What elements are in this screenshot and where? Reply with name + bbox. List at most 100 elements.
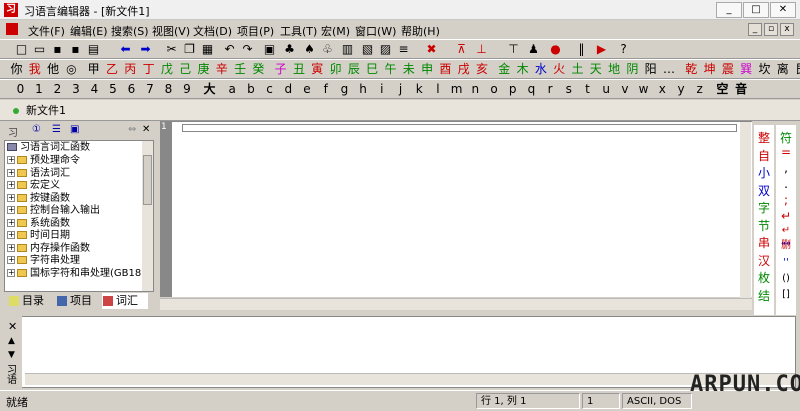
char-key[interactable]: 申 [419,61,436,78]
pause-icon[interactable]: ‖ [574,42,589,57]
char-key[interactable]: 巳 [364,61,381,78]
menu-document[interactable]: 文档(D) [193,23,232,39]
menu-view[interactable]: 视图(V) [152,23,190,39]
char-key[interactable]: 卯 [327,61,344,78]
redo-icon[interactable]: ↷ [240,42,255,57]
list-view-icon[interactable]: ☰ [52,124,61,135]
char-key[interactable]: 木 [514,61,531,78]
tree-scrollbar[interactable] [142,141,153,291]
char-key[interactable]: 金 [496,61,513,78]
char-key[interactable]: 丙 [122,61,139,78]
char-key[interactable]: 午 [382,61,399,78]
char-key[interactable]: 甲 [85,61,102,78]
tree-item[interactable]: + 字符串处理 [7,255,80,267]
find-icon[interactable]: ▣ [262,42,277,57]
outline-icon[interactable]: ▨ [378,42,393,57]
tree-item[interactable]: + 按键函数 [7,193,70,205]
close-button[interactable]: ✕ [770,2,796,18]
expand-icon[interactable]: + [7,193,15,202]
char-key[interactable]: 坤 [701,61,718,78]
mdi-restore-button[interactable]: ▫ [764,23,778,36]
tree-item[interactable]: + 内存操作函数 [7,243,90,255]
char-key[interactable]: d [280,81,297,98]
pin-icon[interactable]: ⇔ [128,124,136,135]
mdi-minimize-button[interactable]: _ [748,23,762,36]
doc-icon[interactable] [6,23,18,35]
char-key[interactable]: 你 [8,61,25,78]
char-key[interactable]: g [336,81,353,98]
char-key[interactable]: 我 [26,61,43,78]
code-editor[interactable] [172,121,752,298]
detail-view-icon[interactable]: ▣ [70,124,79,135]
char-key[interactable]: 5 [105,81,122,98]
tab-new-file-1[interactable]: 新文件1 [8,102,72,120]
tree-item[interactable]: + 国标字符和串处理(GB18 [7,268,141,280]
char-key[interactable]: u [598,81,615,98]
palette-key[interactable]: 整 [756,129,772,146]
char-key[interactable]: 空 [714,81,731,98]
menu-file[interactable]: 文件(F) [28,23,65,39]
editor-vscrollbar[interactable] [740,122,751,298]
char-key[interactable]: 亥 [474,61,491,78]
char-key[interactable]: … [661,61,678,78]
char-key[interactable]: 丁 [140,61,157,78]
menu-macro[interactable]: 宏(M) [321,23,350,39]
char-key[interactable]: a [224,81,241,98]
find-next-icon[interactable]: ♣ [282,42,297,57]
palette-key[interactable]: 自 [756,147,772,164]
char-key[interactable]: 7 [142,81,159,98]
back-icon[interactable]: ⬅ [118,42,133,57]
char-key[interactable]: 震 [719,61,736,78]
output-close-icon[interactable]: ✕ [8,320,17,333]
palette-key[interactable]: '' [778,257,794,268]
char-key[interactable]: z [691,81,708,98]
expand-icon[interactable]: + [7,156,15,164]
char-key[interactable]: 己 [177,61,194,78]
palette-key[interactable]: 汉 [756,252,772,269]
char-key[interactable]: 坎 [756,61,773,78]
char-key[interactable]: 壬 [232,61,249,78]
tab-contents[interactable]: 目录 [8,293,44,309]
char-key[interactable]: 2 [49,81,66,98]
char-key[interactable]: 子 [272,61,289,78]
output-down-icon[interactable]: ▼ [8,350,15,360]
char-key[interactable]: w [635,81,652,98]
new-file-icon[interactable]: □ [14,42,29,57]
play-icon[interactable]: ▶ [594,42,609,57]
char-key[interactable]: 酉 [437,61,454,78]
open-file-icon[interactable]: ▭ [32,42,47,57]
palette-key[interactable]: 节 [756,217,772,234]
palette-key[interactable]: , [778,161,794,175]
char-key[interactable]: 戌 [455,61,472,78]
expand-icon[interactable]: + [7,168,15,177]
tree-item[interactable]: + 语法词汇 [7,168,70,180]
char-key[interactable]: s [560,81,577,98]
palette-key[interactable]: () [778,273,794,284]
char-key[interactable]: h [355,81,372,98]
mdi-close-button[interactable]: x [780,23,794,36]
char-key[interactable]: q [523,81,540,98]
bookmark-icon[interactable]: ▧ [360,42,375,57]
maximize-button[interactable]: □ [743,2,769,18]
output-up-icon[interactable]: ▲ [8,336,15,346]
char-key[interactable]: 水 [532,61,549,78]
menu-edit[interactable]: 编辑(E) [70,23,108,39]
char-key[interactable]: 阴 [624,61,641,78]
char-key[interactable]: 地 [606,61,623,78]
char-key[interactable]: 辰 [345,61,362,78]
breakpoint-icon[interactable]: ● [548,42,563,57]
go-to-icon[interactable]: ▥ [340,42,355,57]
run-build-icon[interactable]: ⊤ [506,42,521,57]
char-key[interactable]: l [429,81,446,98]
char-key[interactable]: j [392,81,409,98]
build-icon[interactable]: ⊥ [474,42,489,57]
expand-icon[interactable]: + [7,231,15,239]
paste-icon[interactable]: ▦ [200,42,215,57]
expand-icon[interactable]: + [7,206,15,214]
cut-icon[interactable]: ✂ [164,42,179,57]
char-key[interactable]: t [579,81,596,98]
char-key[interactable]: 丑 [291,61,308,78]
palette-key[interactable]: = [778,145,794,159]
palette-key[interactable]: . [778,177,794,191]
char-key[interactable]: 巽 [738,61,755,78]
